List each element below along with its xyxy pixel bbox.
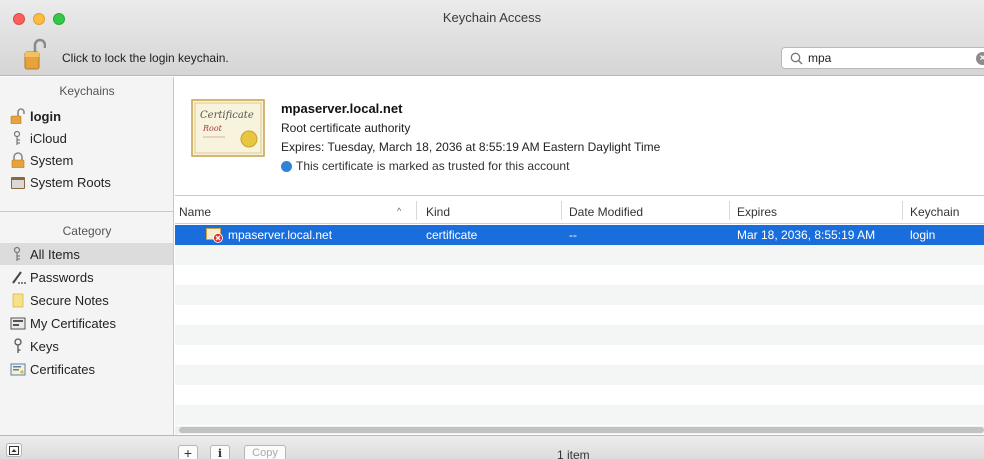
empty-row [175, 385, 984, 405]
sidebar-item-all-items[interactable]: All Items [0, 243, 173, 265]
items-table: Name ^ Kind Date Modified Expires Keycha… [175, 197, 984, 435]
certificate-large-icon: Certificate Root [191, 99, 265, 157]
show-sidebar-icon [9, 446, 19, 455]
search-icon [790, 52, 803, 65]
key-icon [14, 338, 22, 353]
lock-keychain-button[interactable] [24, 38, 47, 70]
copy-button[interactable]: Copy [244, 445, 286, 459]
sidebar-item-system[interactable]: System [0, 149, 173, 171]
trusted-plus-icon [281, 161, 292, 172]
column-divider[interactable] [416, 201, 417, 220]
cell-keychain: login [910, 228, 936, 242]
sidebar-item-label: System [30, 153, 74, 168]
item-count: 1 item [557, 448, 590, 459]
empty-row [175, 285, 984, 305]
column-header-keychain[interactable]: Keychain [910, 205, 959, 219]
cell-expires: Mar 18, 2036, 8:55:19 AM [737, 228, 876, 242]
column-header-expires[interactable]: Expires [737, 205, 777, 219]
sidebar-item-secure-notes[interactable]: Secure Notes [0, 289, 173, 311]
clear-search-icon[interactable]: × [976, 52, 984, 65]
trust-status-text: This certificate is marked as trusted fo… [296, 159, 570, 173]
column-header-kind[interactable]: Kind [426, 205, 450, 219]
sidebar-item-certificates[interactable]: Certificates [0, 358, 173, 380]
my-certificates-icon [10, 317, 26, 330]
search-field[interactable]: × [781, 47, 984, 69]
passwords-icon [12, 271, 26, 284]
sidebar-item-label: Certificates [30, 362, 96, 377]
window-title: Keychain Access [442, 10, 542, 25]
icloud-keychain-icon [13, 130, 21, 145]
lock-status-text: Click to lock the login keychain. [62, 51, 229, 65]
title-bar: Keychain Access Click to lock the login … [0, 0, 984, 76]
cell-name: mpaserver.local.net [228, 228, 333, 242]
certificate-detail-panel: Certificate Root mpaserver.local.net Roo… [175, 77, 984, 196]
empty-row [175, 345, 984, 365]
column-header-date-modified[interactable]: Date Modified [569, 205, 643, 219]
search-input[interactable] [808, 50, 958, 66]
empty-row [175, 325, 984, 345]
sidebar-item-keys[interactable]: Keys [0, 335, 173, 357]
certificate-name: mpaserver.local.net [281, 101, 403, 116]
empty-row [175, 405, 984, 425]
cell-kind: certificate [426, 228, 478, 242]
table-header: Name ^ Kind Date Modified Expires Keycha… [175, 197, 984, 224]
sidebar-item-icloud[interactable]: iCloud [0, 127, 173, 149]
sidebar-item-label: login [30, 109, 62, 124]
unlocked-padlock-icon [10, 108, 25, 124]
column-header-name[interactable]: Name [179, 205, 211, 219]
column-divider[interactable] [561, 201, 562, 220]
folder-icon [11, 177, 25, 189]
sidebar-item-label: iCloud [30, 131, 67, 146]
sidebar-item-passwords[interactable]: Passwords [0, 266, 173, 288]
certificate-image-text: Root [202, 124, 223, 133]
column-divider[interactable] [902, 201, 903, 220]
add-item-button[interactable]: + [178, 445, 198, 459]
certificate-expiry: Expires: Tuesday, March 18, 2036 at 8:55… [281, 140, 661, 154]
scrollbar-thumb[interactable] [179, 427, 984, 433]
certificate-icon [10, 363, 26, 376]
info-button[interactable]: i [210, 445, 230, 459]
sidebar-item-label: System Roots [30, 175, 111, 190]
empty-row [175, 265, 984, 285]
cell-date-modified: -- [569, 228, 577, 242]
table-row[interactable]: mpaserver.local.net certificate -- Mar 1… [175, 225, 984, 245]
horizontal-scrollbar[interactable] [175, 426, 984, 434]
keychains-header: Keychains [59, 84, 115, 98]
untrusted-certificate-icon [206, 228, 223, 243]
sidebar-item-label: Secure Notes [30, 293, 109, 308]
sidebar-divider [0, 211, 174, 212]
sidebar-item-label: Passwords [30, 270, 94, 285]
empty-row [175, 365, 984, 385]
empty-row [175, 245, 984, 265]
secure-note-icon [12, 293, 24, 308]
sidebar-item-my-certificates[interactable]: My Certificates [0, 312, 173, 334]
sidebar-item-system-roots[interactable]: System Roots [0, 171, 173, 193]
sidebar-item-label: Keys [30, 339, 59, 354]
unlocked-padlock-icon [24, 38, 47, 70]
sidebar: Keychains login iCloud System System Roo… [0, 77, 174, 435]
all-items-icon [13, 246, 21, 261]
empty-row [175, 305, 984, 325]
padlock-icon [11, 152, 25, 168]
bottom-bar: + i Copy 1 item [0, 435, 984, 459]
column-divider[interactable] [729, 201, 730, 220]
category-header: Category [62, 224, 112, 238]
certificate-type: Root certificate authority [281, 121, 411, 135]
sidebar-item-label: My Certificates [30, 316, 116, 331]
sidebar-item-label: All Items [30, 247, 80, 262]
toggle-sidebar-button[interactable] [6, 443, 22, 457]
certificate-image-text: Certificate [200, 110, 254, 121]
sort-ascending-icon: ^ [397, 206, 402, 216]
sidebar-item-login[interactable]: login [0, 105, 173, 127]
